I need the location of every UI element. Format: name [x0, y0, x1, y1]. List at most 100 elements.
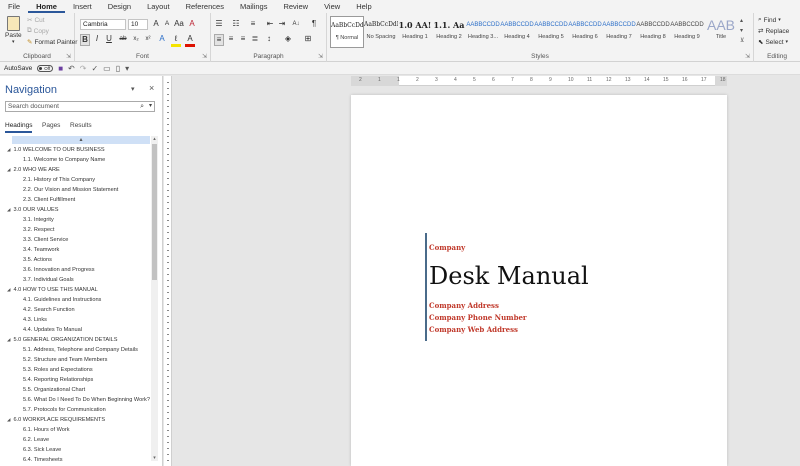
style-heading-6[interactable]: AABBCCDD Heading 6: [568, 16, 602, 48]
underline-icon[interactable]: U: [104, 34, 114, 44]
find-button[interactable]: ⌕ Find ▾: [758, 16, 781, 24]
nav-heading-level2[interactable]: 5.4. Reporting Relationships: [23, 375, 93, 385]
nav-heading-level2[interactable]: 2.2. Our Vision and Mission Statement: [23, 185, 118, 195]
nav-heading-level1[interactable]: ◢ 3.0 OUR VALUES: [7, 205, 58, 215]
change-case-icon[interactable]: Aa: [174, 19, 184, 29]
menu-home[interactable]: Home: [28, 0, 65, 13]
open-folder-icon[interactable]: ▭: [103, 64, 111, 73]
save-icon[interactable]: ■: [58, 64, 63, 73]
gallery-more-icon[interactable]: ⊻: [740, 37, 744, 44]
menu-file[interactable]: File: [0, 0, 28, 13]
nav-heading-level2[interactable]: 5.3. Roles and Expectations: [23, 365, 93, 375]
collapse-triangle-icon[interactable]: ◢: [7, 287, 10, 292]
gallery-up-icon[interactable]: ▴: [740, 17, 743, 24]
grow-font-icon[interactable]: A: [151, 19, 161, 29]
nav-heading-level2[interactable]: 6.4. Timesheets: [23, 455, 63, 461]
nav-heading-level2[interactable]: 3.1. Integrity: [23, 215, 54, 225]
autosave-toggle[interactable]: Off: [37, 64, 54, 72]
nav-heading-level2[interactable]: 5.7. Protocols for Communication: [23, 405, 106, 415]
style-heading-1[interactable]: 1.0 AA! Heading 1: [398, 16, 432, 48]
nav-heading-level1[interactable]: ◢ 2.0 WHO WE ARE: [7, 165, 60, 175]
sort-icon[interactable]: A↓: [291, 19, 301, 29]
nav-heading-level2[interactable]: 6.3. Sick Leave: [23, 445, 61, 455]
style-heading-7[interactable]: AABBCCDD Heading 7: [602, 16, 636, 48]
tab-results[interactable]: Results: [70, 122, 92, 129]
scroll-up-icon[interactable]: ▴: [151, 136, 158, 142]
nav-heading-level2[interactable]: 6.1. Hours of Work: [23, 425, 70, 435]
search-icon[interactable]: ⌕: [140, 102, 144, 111]
company-phone[interactable]: Company Phone Number: [429, 313, 527, 322]
nav-heading-level1[interactable]: ◢ 4.0 HOW TO USE THIS MANUAL: [7, 285, 98, 295]
font-name-box[interactable]: Cambria: [80, 19, 126, 30]
scroll-thumb[interactable]: [152, 144, 157, 280]
collapse-triangle-icon[interactable]: ◢: [7, 417, 10, 422]
tab-headings[interactable]: Headings: [5, 122, 33, 133]
text-effects-icon[interactable]: A: [157, 34, 167, 44]
horizontal-ruler[interactable]: 2 1 1 2 3 4 5 6 7 8 9 10 11 12 13 14 15 16 17 18: [351, 76, 727, 86]
nav-heading-level2[interactable]: 3.3. Client Service: [23, 235, 68, 245]
style-heading-8[interactable]: AABBCCDD Heading 8: [636, 16, 670, 48]
style-no-spacing[interactable]: AaBbCcDdE No Spacing: [364, 16, 398, 48]
select-button[interactable]: ⬉ Select ▾: [758, 38, 788, 47]
collapse-triangle-icon[interactable]: ◢: [7, 207, 10, 212]
nav-heading-level2[interactable]: 5.1. Address, Telephone and Company Deta…: [23, 345, 138, 355]
nav-heading-level2[interactable]: 5.2. Structure and Team Members: [23, 355, 107, 365]
paste-button[interactable]: Paste ▾: [5, 16, 22, 45]
nav-heading-level2[interactable]: 1.1. Welcome to Company Name: [23, 155, 105, 165]
superscript-icon[interactable]: x²: [143, 34, 153, 44]
company-address[interactable]: Company Address: [429, 301, 499, 310]
font-size-box[interactable]: 10: [128, 19, 148, 30]
menu-help[interactable]: Help: [348, 0, 379, 13]
bold-icon[interactable]: B: [80, 34, 90, 46]
company-web[interactable]: Company Web Address: [429, 325, 518, 334]
increase-indent-icon[interactable]: ⇥: [277, 19, 287, 29]
nav-heading-level2[interactable]: 3.7. Individual Goals: [23, 275, 74, 285]
menu-view[interactable]: View: [316, 0, 348, 13]
numbering-icon[interactable]: ☷: [231, 19, 241, 29]
style-title[interactable]: AAB Title: [704, 16, 738, 48]
replace-button[interactable]: ⇄ Replace: [758, 27, 789, 36]
multilevel-list-icon[interactable]: ≡: [248, 19, 258, 29]
nav-heading-level2[interactable]: 4.4. Updates To Manual: [23, 325, 82, 335]
chevron-down-icon[interactable]: ▾: [149, 102, 152, 111]
nav-heading-level2[interactable]: 5.6. What Do I Need To Do When Beginning…: [23, 395, 150, 405]
style-heading-9[interactable]: AABBCCDD Heading 9: [670, 16, 704, 48]
style-heading-3[interactable]: AABBCCDD Heading 3...: [466, 16, 500, 48]
clear-format-icon[interactable]: A: [187, 19, 197, 29]
launcher-icon[interactable]: ⇲: [202, 53, 207, 60]
decrease-indent-icon[interactable]: ⇤: [265, 19, 275, 29]
copy-button[interactable]: ⧉ Copy: [27, 27, 49, 35]
style-heading-5[interactable]: AABBCCDD Heading 5: [534, 16, 568, 48]
borders-icon[interactable]: ⊞: [303, 34, 313, 44]
style-heading-2[interactable]: 1.1. Aa Heading 2: [432, 16, 466, 48]
nav-heading-level2[interactable]: 4.1. Guidelines and Instructions: [23, 295, 101, 305]
nav-heading-level1[interactable]: ◢ 5.0 GENERAL ORGANIZATION DETAILS: [7, 335, 118, 345]
format-painter-button[interactable]: ✎ Format Painter: [27, 38, 77, 47]
nav-heading-level2[interactable]: 3.5. Actions: [23, 255, 52, 265]
style-heading-4[interactable]: AABBCCDD Heading 4: [500, 16, 534, 48]
subscript-icon[interactable]: x₂: [131, 34, 141, 44]
launcher-icon[interactable]: ⇲: [66, 53, 71, 60]
nav-heading-level2[interactable]: 3.4. Teamwork: [23, 245, 59, 255]
bullets-icon[interactable]: ☰: [214, 19, 224, 29]
line-spacing-icon[interactable]: ↕: [264, 34, 274, 44]
align-center-icon[interactable]: ≡: [226, 34, 236, 44]
scroll-down-icon[interactable]: ▾: [151, 455, 158, 461]
document-title[interactable]: Desk Manual: [429, 262, 589, 290]
print-preview-icon[interactable]: ▯: [116, 64, 120, 73]
nav-heading-level2[interactable]: 5.5. Organizational Chart: [23, 385, 85, 395]
undo-icon[interactable]: ↶: [68, 64, 75, 73]
cut-button[interactable]: ✂ Cut: [27, 16, 45, 25]
menu-design[interactable]: Design: [100, 0, 139, 13]
redo-icon[interactable]: ↷: [80, 64, 87, 73]
menu-insert[interactable]: Insert: [65, 0, 100, 13]
launcher-icon[interactable]: ⇲: [745, 53, 750, 60]
nav-heading-level1[interactable]: ◢ 1.0 WELCOME TO OUR BUSINESS: [7, 145, 105, 155]
menu-layout[interactable]: Layout: [139, 0, 178, 13]
align-left-icon[interactable]: ≡: [214, 34, 224, 46]
highlight-icon[interactable]: ℓ: [171, 34, 181, 47]
nav-options-icon[interactable]: ▾: [131, 85, 135, 93]
close-icon[interactable]: ×: [149, 83, 154, 93]
shading-icon[interactable]: ◈: [283, 34, 293, 44]
menu-mailings[interactable]: Mailings: [232, 0, 276, 13]
